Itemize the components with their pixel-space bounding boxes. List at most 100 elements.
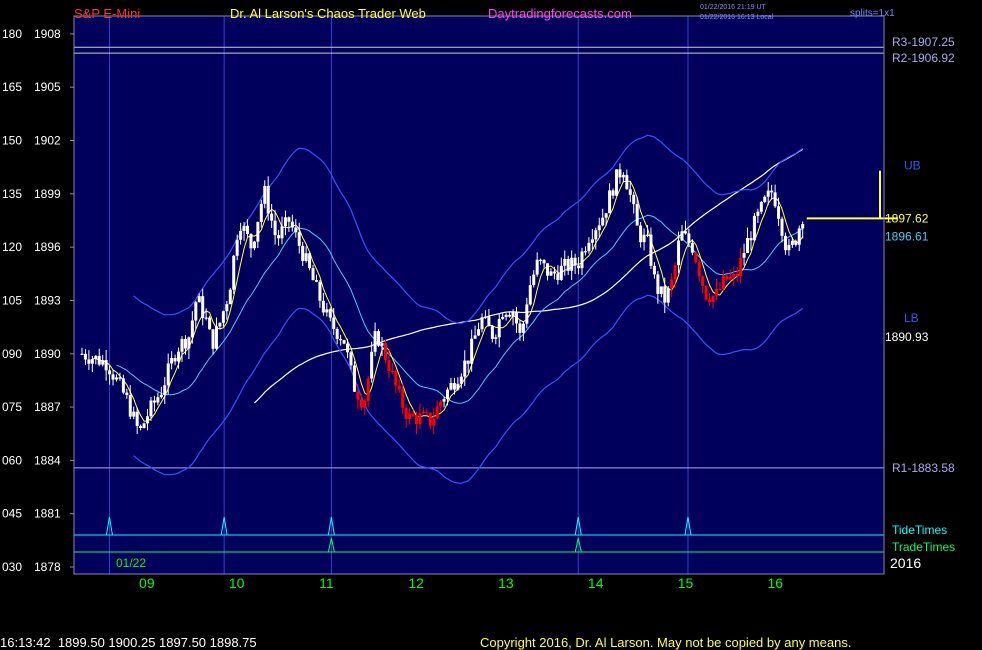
candle-body — [466, 360, 470, 364]
candle-body — [308, 253, 312, 269]
candle-body — [549, 271, 553, 276]
candle-body — [494, 337, 498, 339]
candle-body — [590, 239, 594, 243]
candle-body — [356, 391, 360, 400]
candle-body — [108, 370, 112, 375]
candle-body — [152, 400, 156, 403]
candle-body — [104, 360, 108, 371]
band-label: LB — [904, 311, 919, 325]
candle-body — [563, 259, 567, 266]
candle-body — [163, 385, 167, 395]
candle-body — [597, 225, 601, 231]
axis-price-label: 1884 — [34, 453, 61, 467]
candle-body — [528, 285, 532, 305]
candle-body — [487, 316, 491, 327]
candle-body — [504, 314, 508, 317]
axis-price-label: 1905 — [34, 80, 61, 94]
candle-body — [256, 221, 260, 242]
candle-body — [546, 263, 550, 276]
candle-body — [604, 213, 608, 218]
axis-osc-label: 180 — [2, 27, 22, 41]
candle-body — [394, 370, 398, 386]
candle-body — [377, 331, 381, 346]
candle-body — [194, 302, 198, 321]
candle-body — [690, 243, 694, 253]
candle-body — [559, 265, 563, 280]
x-axis-label: 12 — [408, 575, 424, 591]
candle-body — [252, 241, 256, 249]
candle-body — [456, 383, 460, 390]
candle-body — [118, 377, 122, 379]
candle-body — [518, 323, 522, 333]
level-label: R3-1907.25 — [892, 35, 955, 49]
candle-body — [142, 423, 146, 429]
candle-body — [383, 343, 387, 360]
level-label: R2-1906.92 — [892, 51, 955, 65]
candle-body — [266, 185, 270, 214]
copyright-line: Copyright 2016, Dr. Al Larson. May not b… — [480, 635, 851, 650]
candle-body — [780, 218, 784, 236]
x-axis-label: 16 — [767, 575, 783, 591]
candle-body — [666, 288, 670, 303]
year-label: 2016 — [890, 555, 921, 571]
plot-area — [74, 16, 884, 574]
candle-body — [773, 192, 777, 207]
candle-body — [628, 189, 632, 195]
candle-body — [177, 351, 181, 362]
candle-body — [708, 299, 712, 303]
candle-body — [756, 211, 760, 216]
axis-osc-label: 120 — [2, 240, 22, 254]
candle-body — [125, 392, 129, 395]
candle-body — [87, 359, 91, 364]
axis-osc-label: 075 — [2, 400, 22, 414]
axis-osc-label: 165 — [2, 80, 22, 94]
candle-body — [797, 228, 801, 245]
candle-body — [294, 227, 298, 233]
candle-body — [759, 201, 763, 212]
candle-body — [387, 359, 391, 372]
symbol-label: S&P E-Mini — [74, 6, 140, 21]
candle-body — [639, 225, 643, 243]
candle-body — [687, 233, 691, 244]
candle-body — [146, 416, 150, 424]
candle-body — [439, 401, 443, 407]
candle-body — [232, 255, 236, 290]
candle-body — [225, 304, 229, 312]
candle-body — [714, 288, 718, 296]
candle-body — [556, 273, 560, 280]
candle-body — [611, 190, 615, 196]
x-axis-label: 09 — [139, 575, 155, 591]
band-label: UB — [904, 158, 921, 172]
candle-body — [366, 378, 370, 401]
candle-body — [577, 265, 581, 269]
candle-body — [318, 281, 322, 301]
axis-price-label: 1887 — [34, 400, 61, 414]
candle-body — [449, 383, 453, 390]
candle-body — [218, 322, 222, 327]
candle-body — [204, 317, 208, 319]
candle-body — [239, 230, 243, 240]
axis-price-label: 1902 — [34, 134, 61, 148]
tide-times-label: TideTimes — [892, 523, 947, 537]
candle-body — [401, 389, 405, 408]
site-link[interactable]: Daytradingforecasts.com — [488, 6, 632, 21]
candle-body — [746, 238, 750, 254]
candle-body — [742, 253, 746, 258]
candle-body — [697, 262, 701, 277]
axis-osc-label: 150 — [2, 134, 22, 148]
candle-body — [621, 174, 625, 178]
candle-body — [235, 239, 239, 256]
x-axis-label: 14 — [588, 575, 604, 591]
candle-body — [770, 190, 774, 193]
candle-body — [197, 296, 201, 303]
candle-body — [608, 190, 612, 214]
candle-body — [739, 257, 743, 276]
candle-body — [346, 343, 350, 353]
candle-body — [463, 360, 467, 377]
candle-body — [635, 204, 639, 226]
candle-body — [435, 406, 439, 419]
candle-body — [208, 317, 212, 330]
candle-body — [290, 221, 294, 228]
candle-body — [508, 314, 512, 317]
candle-body — [135, 411, 139, 426]
